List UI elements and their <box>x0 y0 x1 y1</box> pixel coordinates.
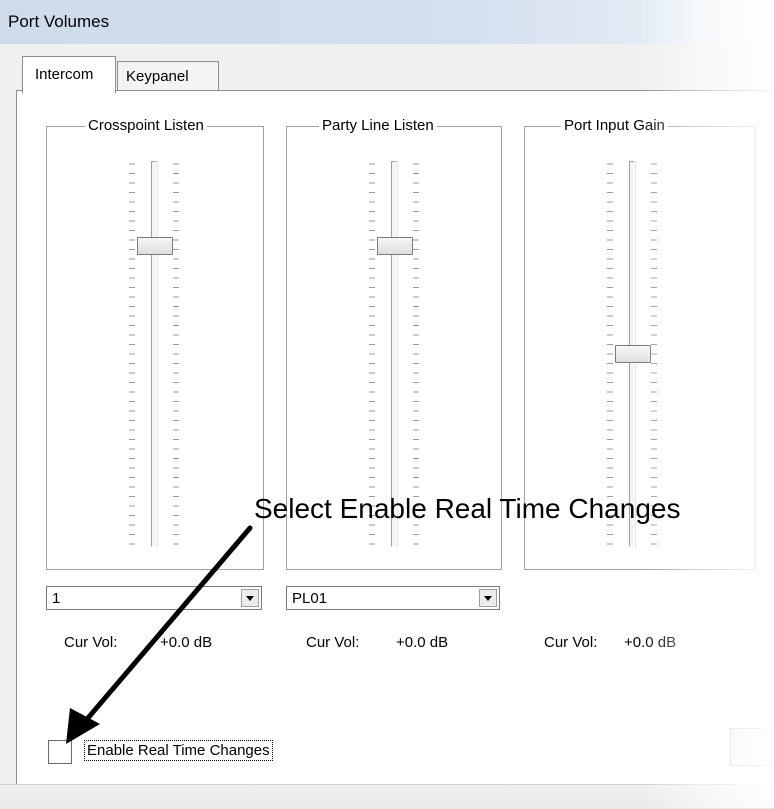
annotation-arrow-icon <box>66 525 253 744</box>
